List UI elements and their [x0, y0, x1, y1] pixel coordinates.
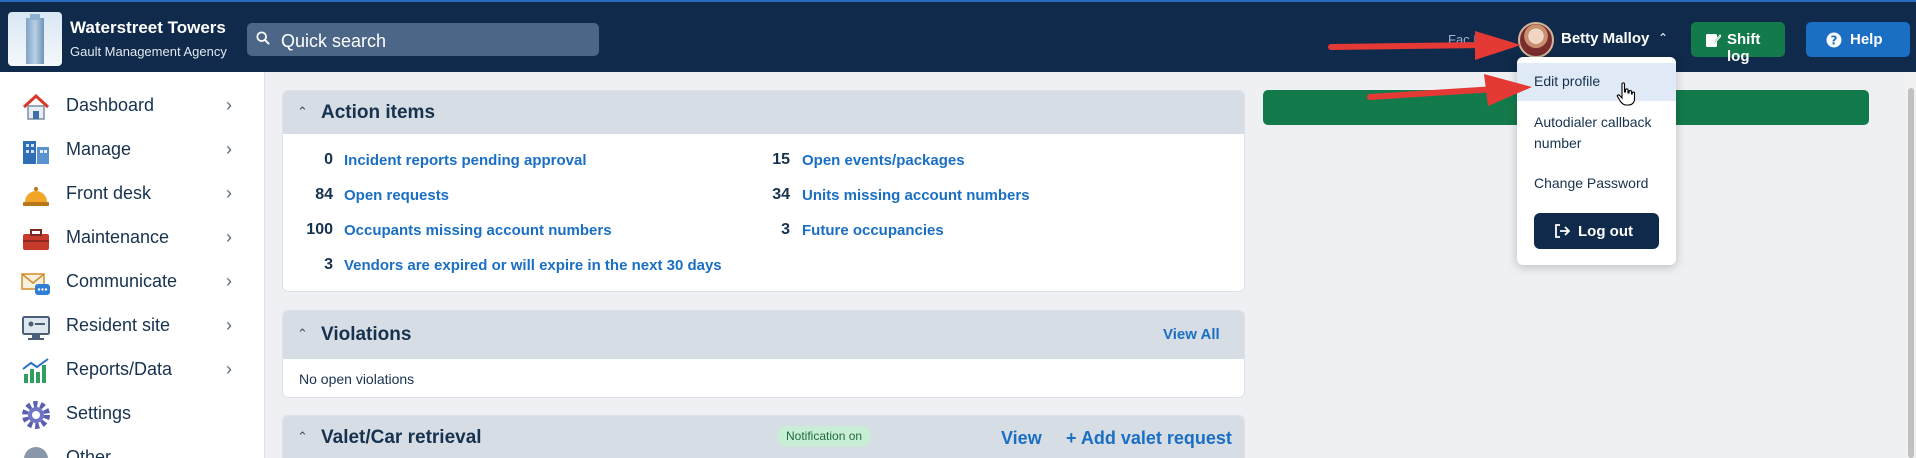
sidebar-item-label: Dashboard	[66, 95, 155, 115]
note-edit-icon	[1706, 34, 1721, 47]
logout-button[interactable]: Log out	[1534, 213, 1659, 249]
edit-profile-menu-item[interactable]: Edit profile	[1517, 63, 1676, 101]
chevron-right-icon: ›	[226, 183, 232, 203]
house-icon	[22, 93, 50, 120]
sidebar-item-settings[interactable]: Settings	[0, 395, 264, 435]
user-menu-dropdown: Edit profile Autodialer callback number …	[1517, 57, 1676, 265]
sidebar-item-label: Reports/Data	[66, 359, 173, 379]
valet-title: Valet/Car retrieval	[321, 427, 482, 448]
buildings-icon	[23, 141, 49, 164]
search-icon	[256, 31, 270, 45]
autodialer-callback-menu-item[interactable]: Autodialer callback number	[1517, 112, 1676, 154]
sidebar-item-label: Other	[66, 447, 112, 458]
no-violations-text: No open violations	[299, 371, 415, 387]
chevron-right-icon: ›	[226, 139, 232, 159]
units-missing-link[interactable]: Units missing account numbers	[802, 187, 1030, 204]
occupants-missing-count: 100	[306, 221, 333, 238]
units-missing-count: 34	[772, 186, 790, 203]
change-password-menu-item[interactable]: Change Password	[1517, 175, 1676, 191]
sidebar-item-label: Front desk	[66, 183, 152, 203]
violations-card: ⌃ Violations View All No open violations	[282, 310, 1245, 398]
open-requests-link[interactable]: Open requests	[344, 187, 449, 204]
building-logo-icon[interactable]	[8, 12, 62, 66]
future-occupancies-link[interactable]: Future occupancies	[802, 222, 944, 239]
sidebar-item-maintenance[interactable]: Maintenance ›	[0, 219, 264, 259]
valet-header[interactable]: ⌃ Valet/Car retrieval Notification on Vi…	[283, 416, 1244, 458]
view-all-violations-link[interactable]: View All	[1163, 326, 1220, 343]
chevron-right-icon: ›	[226, 227, 232, 247]
notification-status-badge: Notification on	[777, 426, 872, 447]
search-placeholder: Quick search	[281, 31, 387, 51]
collapse-caret-icon[interactable]: ⌃	[297, 326, 308, 342]
annotation-arrow-icon	[1328, 31, 1521, 60]
view-valet-link[interactable]: View	[1001, 428, 1042, 449]
shift-log-button[interactable]: Shift log	[1691, 22, 1785, 65]
occupants-missing-link[interactable]: Occupants missing account numbers	[344, 222, 612, 239]
logout-label: Log out	[1578, 223, 1633, 240]
sidebar-item-communicate[interactable]: Communicate ›	[0, 263, 264, 303]
sidebar-item-dashboard[interactable]: Dashboard ›	[0, 87, 264, 127]
collapse-caret-icon[interactable]: ⌃	[297, 104, 308, 120]
chevron-up-icon[interactable]: ⌃	[1658, 31, 1668, 45]
sidebar-item-other[interactable]: Other	[0, 439, 264, 458]
action-items-title: Action items	[321, 102, 436, 123]
sidebar: Dashboard › Manage › Front desk › Mainte…	[0, 72, 265, 458]
vendors-expired-count: 3	[324, 256, 333, 273]
add-valet-request-link[interactable]: + Add valet request	[1066, 428, 1232, 449]
sidebar-item-label: Resident site	[66, 315, 171, 335]
page-scrollbar[interactable]	[1906, 72, 1916, 458]
open-requests-count: 84	[315, 186, 333, 203]
action-items-header[interactable]: ⌃ Action items	[283, 91, 1244, 134]
service-bell-icon	[23, 187, 49, 206]
chevron-right-icon: ›	[226, 95, 232, 115]
change-password-label: Change Password	[1534, 175, 1649, 191]
sidebar-item-label: Maintenance	[66, 227, 170, 247]
hand-cursor-icon	[1616, 82, 1636, 106]
shift-log-label: Shift log	[1727, 31, 1761, 65]
violations-header[interactable]: ⌃ Violations View All	[283, 311, 1244, 359]
envelope-chat-icon	[21, 273, 50, 295]
chevron-right-icon: ›	[226, 271, 232, 291]
sidebar-item-label: Communicate	[66, 271, 178, 291]
sidebar-item-front-desk[interactable]: Front desk ›	[0, 175, 264, 215]
svg-text:?: ?	[1831, 34, 1838, 48]
question-circle-icon: ?	[1826, 32, 1842, 48]
incident-count: 0	[324, 151, 333, 168]
sidebar-item-reports-data[interactable]: Reports/Data ›	[0, 351, 264, 391]
monitor-icon	[22, 316, 50, 340]
bar-chart-icon	[22, 358, 49, 383]
autodialer-callback-label: Autodialer callback number	[1534, 114, 1652, 151]
toolbox-icon	[23, 229, 49, 250]
open-events-count: 15	[772, 151, 790, 168]
valet-card: ⌃ Valet/Car retrieval Notification on Vi…	[282, 415, 1245, 458]
vendors-expired-link[interactable]: Vendors are expired or will expire in th…	[344, 257, 722, 274]
edit-profile-label: Edit profile	[1534, 73, 1601, 89]
user-menu-toggle[interactable]: Betty Malloy	[1561, 30, 1649, 47]
gear-icon	[22, 401, 50, 429]
sidebar-item-resident-site[interactable]: Resident site ›	[0, 307, 264, 347]
chevron-right-icon: ›	[226, 315, 232, 335]
sidebar-item-label: Manage	[66, 139, 132, 159]
open-events-link[interactable]: Open events/packages	[802, 152, 965, 169]
annotation-arrow-icon	[1367, 74, 1532, 106]
quick-search-input[interactable]: Quick search	[247, 23, 599, 56]
chevron-right-icon: ›	[226, 359, 232, 379]
violations-title: Violations	[321, 324, 412, 345]
scrollbar-thumb[interactable]	[1908, 88, 1914, 458]
agency-name: Gault Management Agency	[70, 44, 227, 59]
future-occupancies-count: 3	[781, 221, 790, 238]
sidebar-item-label: Settings	[66, 403, 132, 423]
sidebar-item-manage[interactable]: Manage ›	[0, 131, 264, 171]
incident-reports-link[interactable]: Incident reports pending approval	[344, 152, 587, 169]
logout-icon	[1555, 224, 1570, 238]
collapse-caret-icon[interactable]: ⌃	[297, 429, 308, 445]
action-items-card: ⌃ Action items 0 Incident reports pendin…	[282, 90, 1245, 292]
property-name[interactable]: Waterstreet Towers	[70, 18, 226, 38]
help-button[interactable]: ? Help	[1806, 22, 1910, 57]
other-icon	[24, 447, 48, 458]
help-label: Help	[1850, 31, 1883, 48]
